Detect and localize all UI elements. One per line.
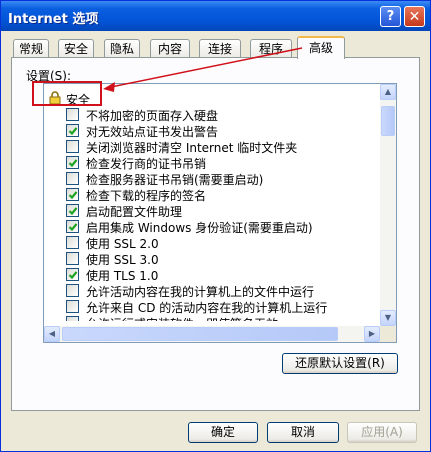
- scroll-down-button[interactable]: ▼: [380, 310, 396, 326]
- setting-checkbox[interactable]: [66, 316, 79, 321]
- setting-row[interactable]: 检查服务器证书吊销(需要重启动): [44, 170, 380, 187]
- scroll-corner: [380, 326, 396, 342]
- setting-checkbox[interactable]: [66, 108, 79, 121]
- cancel-button[interactable]: 取消: [267, 422, 339, 443]
- help-button[interactable]: ?: [380, 6, 401, 27]
- setting-row[interactable]: 使用 SSL 2.0: [44, 234, 380, 251]
- setting-row[interactable]: 检查下载的程序的签名: [44, 186, 380, 203]
- apply-button[interactable]: 应用(A): [347, 422, 417, 443]
- setting-row[interactable]: 启用集成 Windows 身份验证(需要重启动): [44, 218, 380, 235]
- setting-checkbox[interactable]: [66, 268, 79, 281]
- annotation-highlight-box: [32, 81, 102, 106]
- setting-checkbox[interactable]: [66, 204, 79, 217]
- setting-row[interactable]: 检查发行商的证书吊销: [44, 154, 380, 171]
- setting-row[interactable]: 使用 SSL 3.0: [44, 250, 380, 267]
- restore-defaults-button[interactable]: 还原默认设置(R): [282, 353, 398, 374]
- setting-checkbox[interactable]: [66, 252, 79, 265]
- tab-advanced[interactable]: 高级: [297, 36, 345, 59]
- tab-privacy[interactable]: 隐私: [104, 39, 140, 57]
- setting-row[interactable]: 使用 TLS 1.0: [44, 266, 380, 283]
- setting-checkbox[interactable]: [66, 156, 79, 169]
- settings-list[interactable]: 安全 不将加密的页面存入硬盘 对无效站点证书发出警告 关闭浏览器时清空 Intern…: [43, 83, 397, 343]
- setting-checkbox[interactable]: [66, 124, 79, 137]
- setting-checkbox[interactable]: [66, 284, 79, 297]
- horizontal-scrollbar[interactable]: ◀ ▶: [44, 326, 380, 342]
- internet-options-dialog: Internet 选项 ? ✕ 常规 安全 隐私 内容 连接 程序 高级 设置(…: [0, 0, 431, 452]
- scroll-right-button[interactable]: ▶: [364, 326, 380, 342]
- setting-row[interactable]: 关闭浏览器时清空 Internet 临时文件夹: [44, 138, 380, 155]
- setting-checkbox[interactable]: [66, 220, 79, 233]
- window-title: Internet 选项: [8, 12, 99, 27]
- tab-general[interactable]: 常规: [13, 39, 49, 57]
- setting-row[interactable]: 启动配置文件助理: [44, 202, 380, 219]
- setting-row[interactable]: 允许活动内容在我的计算机上的文件中运行: [44, 282, 380, 299]
- tab-security[interactable]: 安全: [58, 39, 94, 57]
- setting-checkbox[interactable]: [66, 300, 79, 313]
- vertical-scrollbar[interactable]: ▲ ▼: [380, 84, 396, 326]
- setting-row[interactable]: 允许运行或安装软件，即使签名无效: [44, 314, 380, 321]
- scroll-left-button[interactable]: ◀: [44, 326, 60, 342]
- setting-checkbox[interactable]: [66, 188, 79, 201]
- setting-checkbox[interactable]: [66, 172, 79, 185]
- ok-button[interactable]: 确定: [188, 422, 258, 443]
- setting-checkbox[interactable]: [66, 236, 79, 249]
- hscroll-thumb[interactable]: [62, 327, 338, 341]
- scroll-thumb[interactable]: [381, 106, 395, 136]
- tab-programs[interactable]: 程序: [250, 39, 292, 57]
- setting-label: 允许运行或安装软件，即使签名无效: [86, 315, 278, 321]
- tab-content[interactable]: 内容: [150, 39, 190, 57]
- setting-row[interactable]: 允许来自 CD 的活动内容在我的计算机上运行: [44, 298, 380, 315]
- setting-row[interactable]: 对无效站点证书发出警告: [44, 122, 380, 139]
- close-button[interactable]: ✕: [404, 6, 425, 27]
- setting-row[interactable]: 不将加密的页面存入硬盘: [44, 106, 380, 123]
- title-bar[interactable]: Internet 选项 ? ✕: [1, 1, 430, 31]
- tab-connections[interactable]: 连接: [199, 39, 241, 57]
- setting-checkbox[interactable]: [66, 140, 79, 153]
- scroll-up-button[interactable]: ▲: [380, 84, 396, 100]
